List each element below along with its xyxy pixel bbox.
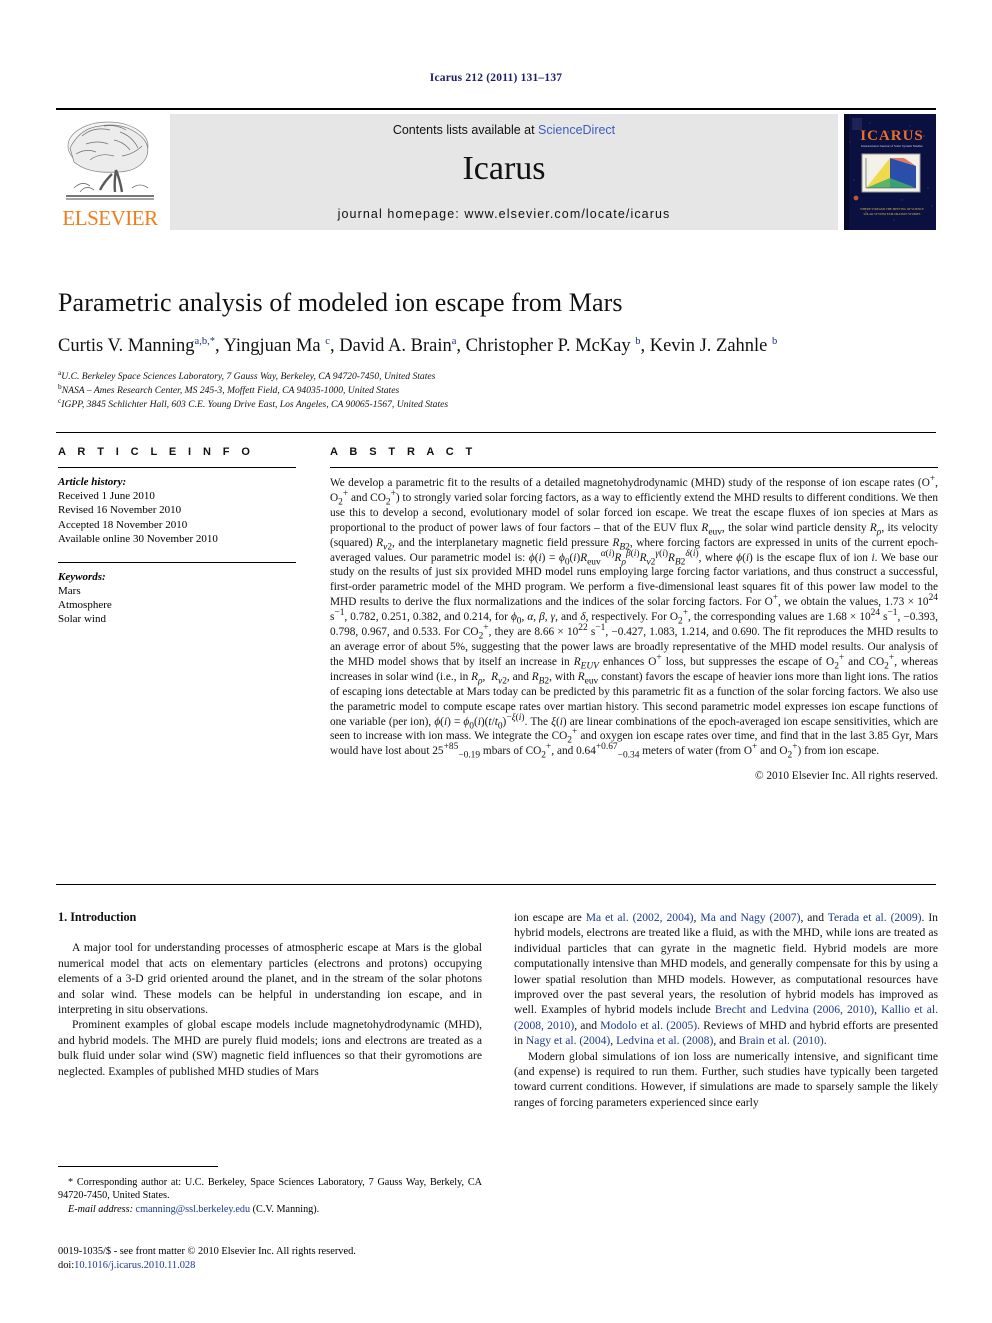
email-address-link[interactable]: cmanning@ssl.berkeley.edu bbox=[136, 1204, 251, 1215]
affiliation-item: cIGPP, 3845 Schlichter Hall, 603 C.E. Yo… bbox=[58, 397, 938, 412]
contents-prefix: Contents lists available at bbox=[392, 123, 539, 137]
affiliation-item: bNASA – Ames Research Center, MS 245-3, … bbox=[58, 383, 938, 398]
elsevier-wordmark: ELSEVIER bbox=[62, 206, 158, 230]
body-paragraph: ion escape are Ma et al. (2002, 2004), M… bbox=[514, 911, 938, 1048]
history-received: Received 1 June 2010 bbox=[58, 490, 155, 502]
affiliation-list: aU.C. Berkeley Space Sciences Laboratory… bbox=[58, 369, 938, 413]
affiliation-item: aU.C. Berkeley Space Sciences Laboratory… bbox=[58, 369, 938, 384]
abstract-body: We develop a parametric fit to the resul… bbox=[330, 474, 939, 784]
body-column-left: 1. Introduction A major tool for underst… bbox=[58, 910, 482, 1079]
masthead-center-panel: Contents lists available at ScienceDirec… bbox=[170, 114, 838, 230]
svg-text:International Journal of Solar: International Journal of Solar System St… bbox=[861, 144, 923, 148]
svg-text:ICARUS: ICARUS bbox=[860, 128, 924, 144]
body-paragraph: Prominent examples of global escape mode… bbox=[58, 1018, 482, 1078]
affiliation-text: U.C. Berkeley Space Sciences Laboratory,… bbox=[61, 371, 436, 382]
panel-bottom-rule bbox=[56, 884, 936, 885]
corresponding-author-note: * Corresponding author at: U.C. Berkeley… bbox=[58, 1177, 482, 1202]
journal-masthead: ELSEVIER Contents lists available at Sci… bbox=[56, 108, 936, 230]
running-head: Icarus 212 (2011) 131–137 bbox=[429, 72, 563, 84]
history-available-online: Available online 30 November 2010 bbox=[58, 533, 218, 546]
history-accepted: Accepted 18 November 2010 bbox=[58, 518, 188, 531]
paper-page: Icarus 212 (2011) 131–137 ELSEVIER Conte… bbox=[0, 0, 992, 1323]
svg-text:SOLAR SYSTEM EXPLORATION STUDI: SOLAR SYSTEM EXPLORATION STUDIES bbox=[864, 212, 921, 216]
doi-link[interactable]: 10.1016/j.icarus.2010.11.028 bbox=[74, 1260, 195, 1271]
article-history-label: Article history: bbox=[58, 476, 127, 488]
affiliation-text: NASA – Ames Research Center, MS 245-3, M… bbox=[61, 385, 400, 397]
contents-available-line: Contents lists available at ScienceDirec… bbox=[170, 123, 838, 137]
article-info-heading: A R T I C L E I N F O bbox=[58, 446, 255, 458]
elsevier-logo: ELSEVIER bbox=[56, 114, 164, 230]
footnote-separator bbox=[58, 1166, 218, 1167]
svg-text:WHERE STREAMS THE MEETING OF S: WHERE STREAMS THE MEETING OF SCIENCE bbox=[860, 207, 924, 211]
issn-copyright-line: 0019-1035/$ - see front matter © 2010 El… bbox=[58, 1246, 356, 1257]
elsevier-tree-icon bbox=[66, 121, 154, 200]
body-column-right: ion escape are Ma et al. (2002, 2004), M… bbox=[514, 910, 938, 1110]
email-note: E-mail address: cmanning@ssl.berkeley.ed… bbox=[58, 1203, 482, 1216]
body-columns: 1. Introduction A major tool for underst… bbox=[58, 910, 938, 1210]
affiliation-text: IGPP, 3845 Schlichter Hall, 603 C.E. You… bbox=[61, 399, 449, 411]
section-heading-introduction: 1. Introduction bbox=[58, 910, 137, 924]
abstract-copyright: © 2010 Elsevier Inc. All rights reserved… bbox=[754, 770, 938, 783]
abstract-heading: A B S T R A C T bbox=[330, 446, 477, 458]
panel-top-rule bbox=[56, 432, 936, 433]
keywords-rule bbox=[58, 561, 296, 563]
author-list: Curtis V. Manninga,b,*, Yingjuan Ma c, D… bbox=[58, 335, 778, 356]
page-title: Parametric analysis of modeled ion escap… bbox=[58, 288, 623, 317]
email-address-label: E-mail address: bbox=[68, 1203, 133, 1215]
journal-cover-thumbnail: ICARUS International Journal of Solar Sy… bbox=[844, 114, 936, 230]
history-revised: Revised 16 November 2010 bbox=[58, 504, 182, 517]
article-info-column: A R T I C L E I N F O Article history: R… bbox=[58, 446, 306, 627]
keywords-label: Keywords: bbox=[58, 570, 106, 583]
sciencedirect-link[interactable]: ScienceDirect bbox=[538, 123, 615, 137]
keyword-item: Solar wind bbox=[58, 613, 106, 626]
footnote-block: * Corresponding author at: U.C. Berkeley… bbox=[58, 1176, 482, 1216]
abstract-column: A B S T R A C T We develop a parametric … bbox=[330, 446, 938, 784]
abstract-paragraph: We develop a parametric fit to the resul… bbox=[330, 474, 939, 761]
keyword-item: Atmosphere bbox=[58, 599, 112, 612]
abstract-rule bbox=[330, 467, 938, 468]
article-info-rule bbox=[58, 467, 296, 468]
email-attribution: (C.V. Manning). bbox=[252, 1203, 320, 1215]
journal-title: Icarus bbox=[462, 150, 546, 187]
doi-line: doi:10.1016/j.icarus.2010.11.028 bbox=[58, 1259, 578, 1273]
keyword-item: Mars bbox=[58, 584, 81, 597]
imprint-block: 0019-1035/$ - see front matter © 2010 El… bbox=[58, 1245, 578, 1273]
doi-label: doi: bbox=[58, 1260, 75, 1271]
cover-artwork: ICARUS International Journal of Solar Sy… bbox=[844, 114, 936, 230]
body-paragraph: A major tool for understanding processes… bbox=[58, 941, 482, 1017]
journal-homepage-link[interactable]: journal homepage: www.elsevier.com/locat… bbox=[170, 207, 838, 221]
body-paragraph: Modern global simulations of ion loss ar… bbox=[514, 1049, 938, 1109]
